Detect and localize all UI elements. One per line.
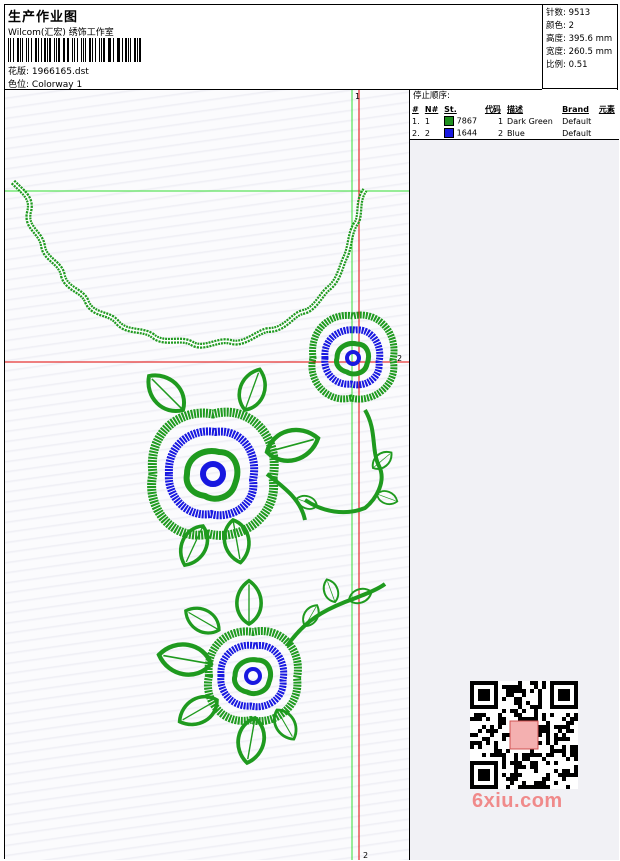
necklace-border-center [12, 181, 366, 347]
axis-mark-top: 1 [355, 92, 360, 101]
vine-right [303, 408, 384, 515]
rose-bottom-leaves [156, 578, 304, 768]
header-panel: 生产作业图 Wilcom(汇宏) 绣饰工作室 花版: 1966165.dst 色… [5, 5, 542, 90]
colorway-label: 色位: [8, 80, 30, 90]
rose-large [147, 407, 279, 540]
stat-scale: 比例: 0.51 [546, 60, 588, 70]
design-canvas[interactable]: 1 2 2 [5, 90, 409, 860]
stat-colors: 颜色: 2 [546, 21, 574, 31]
color-swatch [444, 128, 455, 138]
table-row[interactable]: 1. 1 7867 1 Dark Green Default [410, 115, 619, 127]
page-title: 生产作业图 [8, 10, 79, 25]
design-file: 1966165.dst [31, 67, 89, 77]
stats-panel: 针数: 9513 颜色: 2 高度: 395.6 mm 宽度: 260.5 mm… [542, 5, 618, 89]
table-row[interactable]: 2. 2 1644 2 Blue Default [410, 127, 619, 139]
stat-height: 高度: 395.6 mm [546, 34, 613, 44]
rose-small [308, 311, 398, 403]
stop-sequence-table: # N# St. 代码 描述 Brand 元素 1. 1 7867 1 Dark… [410, 103, 619, 139]
color-swatch [444, 116, 455, 126]
design-label: 花版: [8, 67, 30, 77]
stat-stitches: 针数: 9513 [546, 8, 591, 18]
table-header: # N# St. 代码 描述 Brand 元素 [412, 104, 615, 114]
axis-mark-right: 2 [397, 354, 402, 363]
stop-sequence-title: 停止顺序: [410, 90, 619, 103]
necklace-border [10, 179, 368, 349]
qr-code [470, 681, 578, 789]
barcode [8, 38, 144, 62]
rose-large-leaves [140, 363, 322, 573]
stat-width: 宽度: 260.5 mm [546, 47, 613, 57]
axis-mark-bottom: 2 [363, 851, 368, 860]
design-file-row: 花版: 1966165.dst [8, 64, 89, 77]
divider [410, 139, 619, 140]
colorway-row: 色位: Colorway 1 [8, 77, 82, 90]
embroidery-preview: 1 2 2 [5, 90, 409, 860]
colorway-value: Colorway 1 [31, 80, 83, 90]
rose-bottom [203, 627, 302, 726]
watermark: 6xiu.com [472, 790, 563, 812]
studio-name: Wilcom(汇宏) 绣饰工作室 [8, 28, 114, 38]
